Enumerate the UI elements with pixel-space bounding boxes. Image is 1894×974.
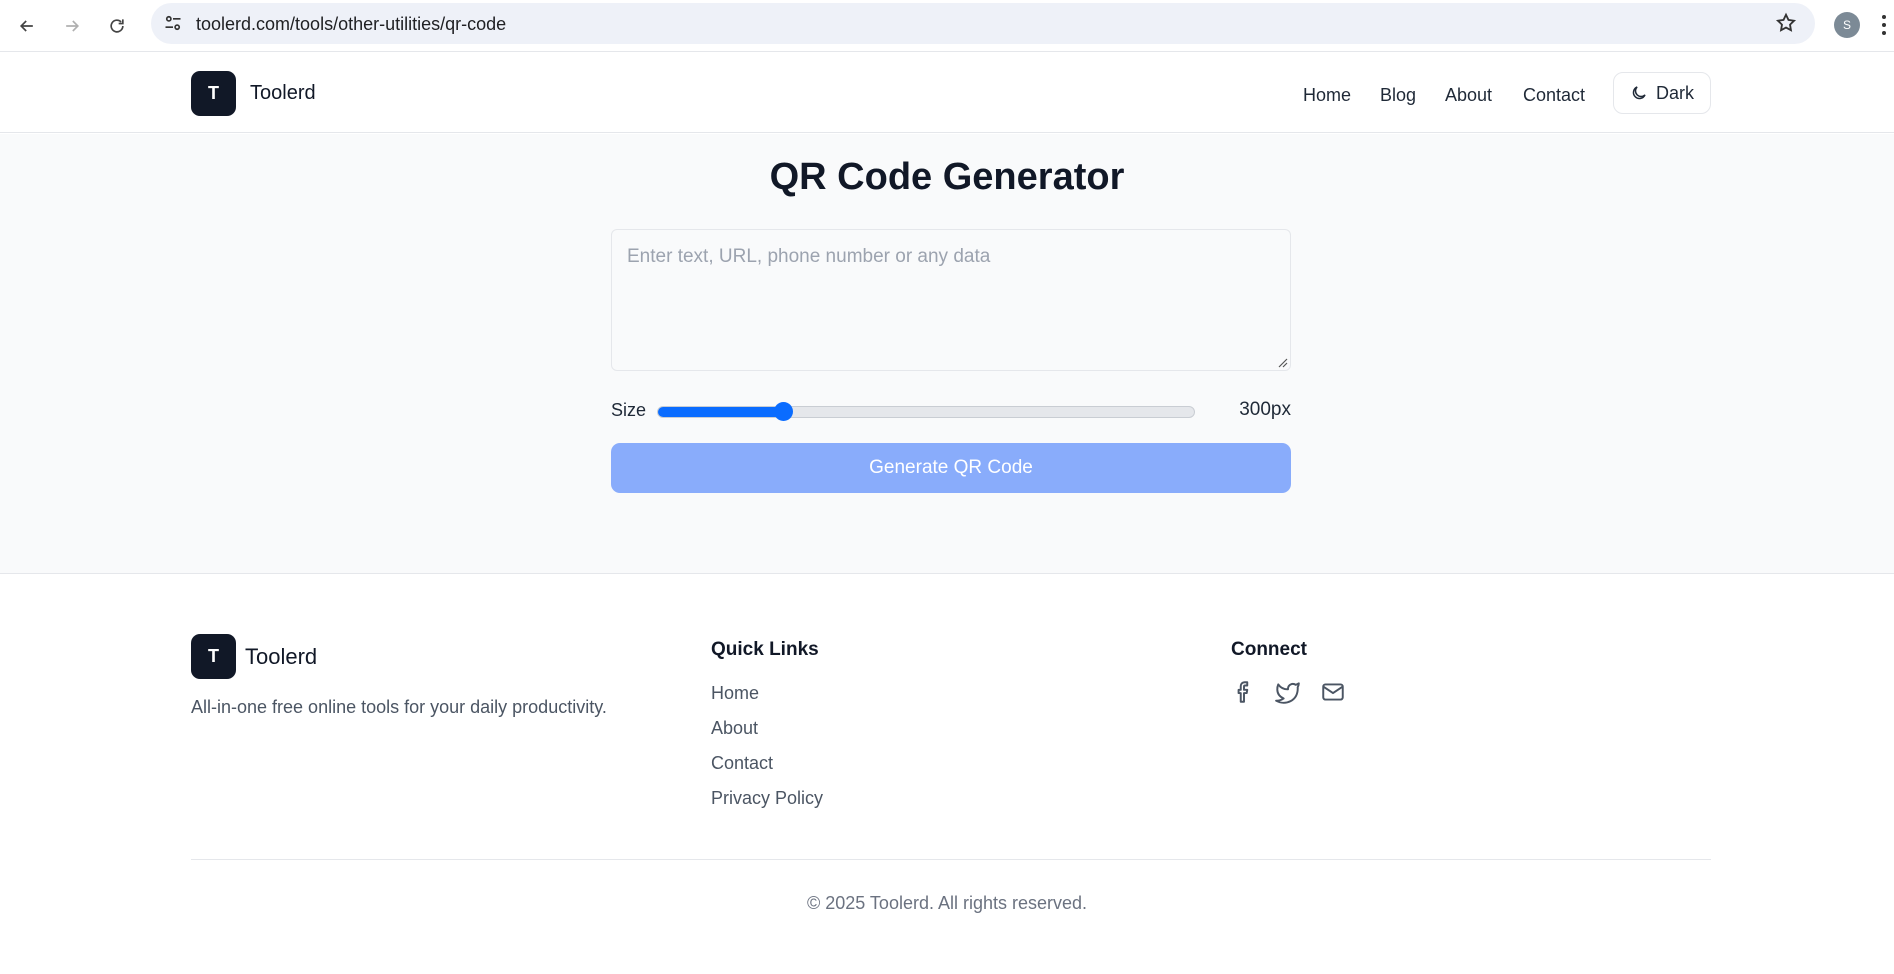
footer-link-privacy-policy[interactable]: Privacy Policy xyxy=(711,788,823,809)
browser-menu-icon[interactable] xyxy=(1880,12,1888,38)
footer-link-about[interactable]: About xyxy=(711,718,758,739)
footer-logo[interactable]: T xyxy=(191,634,236,679)
reload-icon xyxy=(110,19,124,33)
moon-icon xyxy=(1632,86,1646,100)
footer-link-home[interactable]: Home xyxy=(711,683,759,704)
quick-links-title: Quick Links xyxy=(711,639,819,660)
browser-toolbar: toolerd.com/tools/other-utilities/qr-cod… xyxy=(0,0,1894,52)
arrow-right-icon xyxy=(66,20,80,32)
size-slider-thumb[interactable] xyxy=(773,402,793,421)
back-button[interactable] xyxy=(9,8,45,44)
copyright-text: © 2025 Toolerd. All rights reserved. xyxy=(806,893,1088,913)
footer-description: All-in-one free online tools for your da… xyxy=(191,697,607,717)
size-label: Size xyxy=(611,400,647,420)
mail-icon[interactable] xyxy=(1320,679,1346,705)
header-brand-name[interactable]: Toolerd xyxy=(250,82,316,105)
generate-qr-button[interactable]: Generate QR Code xyxy=(611,443,1291,493)
size-slider-fill xyxy=(658,407,785,417)
header-logo[interactable]: T xyxy=(191,71,236,116)
nav-about[interactable]: About xyxy=(1445,85,1492,106)
footer-link-contact[interactable]: Contact xyxy=(711,753,773,774)
nav-home[interactable]: Home xyxy=(1303,85,1351,106)
site-footer: T Toolerd All-in-one free online tools f… xyxy=(0,575,1894,974)
arrow-left-icon xyxy=(19,20,33,32)
qr-data-input[interactable] xyxy=(611,229,1291,371)
footer-brand-name: Toolerd xyxy=(245,644,318,669)
bookmark-star-icon[interactable] xyxy=(1775,12,1797,34)
dark-mode-button[interactable]: Dark xyxy=(1613,72,1711,114)
site-header: T Toolerd Home Blog About Contact Dark xyxy=(0,53,1894,133)
forward-button[interactable] xyxy=(54,8,90,44)
nav-blog[interactable]: Blog xyxy=(1380,85,1416,106)
profile-avatar[interactable]: S xyxy=(1834,12,1860,38)
resize-grip-icon[interactable] xyxy=(1278,358,1288,368)
size-slider-track[interactable] xyxy=(657,406,1195,418)
site-settings-icon[interactable] xyxy=(163,13,183,33)
dark-mode-label: Dark xyxy=(1655,82,1694,103)
reload-button[interactable] xyxy=(99,8,135,44)
connect-title: Connect xyxy=(1231,639,1307,660)
page-title: QR Code Generator xyxy=(769,156,1125,198)
footer-divider xyxy=(191,859,1711,860)
twitter-icon[interactable] xyxy=(1275,679,1301,705)
address-bar[interactable]: toolerd.com/tools/other-utilities/qr-cod… xyxy=(151,3,1815,44)
size-value: 300px xyxy=(1239,399,1291,420)
url-text: toolerd.com/tools/other-utilities/qr-cod… xyxy=(196,14,507,34)
qr-generator-section: QR Code Generator Size 300px Generate QR… xyxy=(0,134,1894,574)
facebook-icon[interactable] xyxy=(1231,679,1257,705)
nav-contact[interactable]: Contact xyxy=(1523,85,1585,106)
